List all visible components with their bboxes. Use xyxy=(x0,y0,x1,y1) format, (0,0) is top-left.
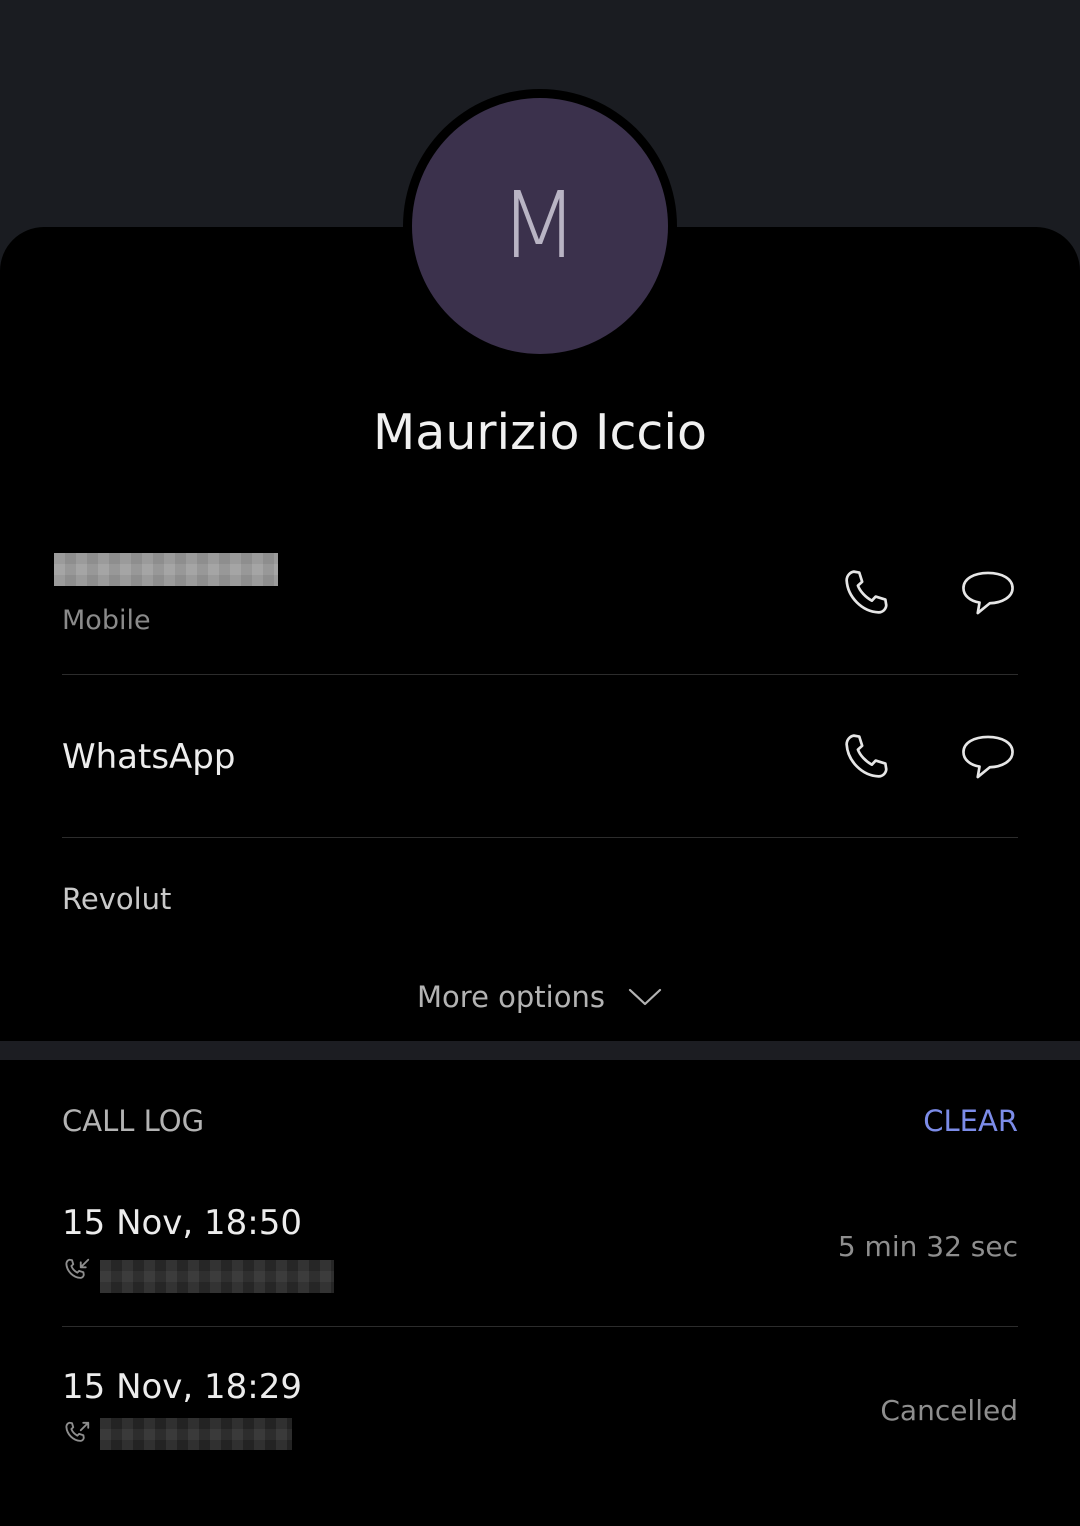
call-whatsapp-button[interactable] xyxy=(836,727,896,787)
phone-icon xyxy=(845,734,888,778)
phone-number-redacted[interactable] xyxy=(54,553,278,586)
message-bubble-icon xyxy=(962,735,1014,779)
divider xyxy=(62,837,1018,838)
avatar[interactable]: M xyxy=(412,98,668,354)
call-mobile-button[interactable] xyxy=(836,563,896,623)
clear-call-log-button[interactable]: CLEAR xyxy=(923,1104,1018,1138)
more-options-label: More options xyxy=(417,980,605,1014)
call-log-number-redacted xyxy=(100,1260,334,1293)
message-bubble-icon xyxy=(962,571,1014,615)
entry-label-whatsapp[interactable]: WhatsApp xyxy=(62,737,235,777)
contact-name: Maurizio Iccio xyxy=(373,404,707,461)
divider xyxy=(62,674,1018,675)
call-log-number-redacted xyxy=(100,1418,292,1450)
avatar-letter: M xyxy=(499,172,581,279)
chevron-down-icon xyxy=(628,988,662,1006)
divider xyxy=(62,1326,1018,1327)
incoming-call-icon xyxy=(65,1258,90,1279)
phone-icon xyxy=(845,570,888,614)
entry-label-revolut[interactable]: Revolut xyxy=(62,882,171,916)
call-log-header: CALL LOG xyxy=(62,1104,205,1138)
call-log-duration: 5 min 32 sec xyxy=(837,1230,1018,1263)
message-whatsapp-button[interactable] xyxy=(958,727,1018,787)
more-options-button[interactable]: More options xyxy=(0,980,1080,1014)
call-log-status: Cancelled xyxy=(880,1394,1018,1427)
entry-label-mobile: Mobile xyxy=(62,605,151,636)
call-log-time: 15 Nov, 18:50 xyxy=(62,1203,303,1243)
contact-detail-screen: M Maurizio Iccio Mobile WhatsApp Revolut… xyxy=(0,0,1080,1526)
section-separator xyxy=(0,1041,1080,1060)
outgoing-call-icon xyxy=(65,1421,90,1442)
call-log-time: 15 Nov, 18:29 xyxy=(62,1367,303,1407)
message-mobile-button[interactable] xyxy=(958,563,1018,623)
